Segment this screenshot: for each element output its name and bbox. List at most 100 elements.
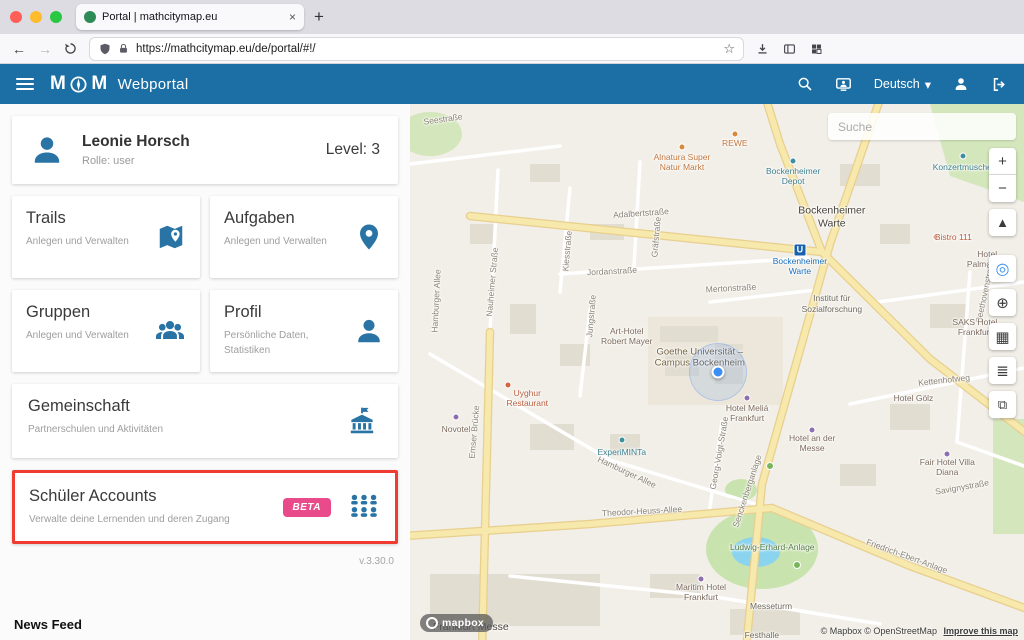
new-tab-button[interactable]: + <box>314 7 324 27</box>
map-search-input[interactable] <box>828 113 1016 140</box>
browser-toolbar: ← → https://mathcitymap.eu/de/portal/#!/… <box>0 34 1024 64</box>
extensions-icon[interactable] <box>810 42 823 55</box>
transit-marker: U <box>793 243 806 256</box>
search-icon <box>797 76 813 92</box>
lock-icon[interactable] <box>117 42 130 55</box>
share-link-button[interactable]: ⧉ <box>989 391 1016 418</box>
attraction-marker <box>618 436 625 443</box>
map-label: Gräfstraße <box>649 216 663 257</box>
portal-title: Webportal <box>118 76 189 93</box>
gemeinschaft-title: Gemeinschaft <box>28 397 382 416</box>
toolbar-right <box>756 42 823 55</box>
map-canvas[interactable]: SeestraßeREWEAlnatura Super Natur MarktB… <box>410 104 1024 640</box>
reload-button[interactable] <box>64 42 77 55</box>
zoom-in-button[interactable]: + <box>989 148 1016 175</box>
window-zoom-button[interactable] <box>50 11 62 23</box>
mapbox-label: mapbox <box>442 617 484 629</box>
map-label: Theodor-Heuss-Allee <box>602 504 683 518</box>
map-label: Mertonstraße <box>706 282 757 295</box>
profile-person-icon <box>354 316 384 346</box>
user-name: Leonie Horsch <box>82 133 190 151</box>
logout-icon <box>991 76 1008 93</box>
news-feed-heading: News Feed <box>14 617 82 632</box>
search-button[interactable] <box>797 76 813 92</box>
logout-button[interactable] <box>991 76 1008 93</box>
schueler-title: Schüler Accounts <box>29 487 283 506</box>
zoom-out-button[interactable]: − <box>989 175 1016 202</box>
map-label: Friedrich-Ebert-Anlage <box>865 537 949 576</box>
beta-badge: BETA <box>283 498 331 517</box>
hotel-marker <box>698 576 705 583</box>
profil-card[interactable]: Profil Persönliche Daten, Statistiken <box>210 290 398 372</box>
map-label: Jungstraße <box>584 295 598 338</box>
window-controls <box>10 11 62 23</box>
aufgaben-card[interactable]: Aufgaben Anlegen und Verwalten <box>210 196 398 278</box>
food-marker <box>505 381 512 388</box>
map-label: Hotel an der Messe <box>781 433 843 453</box>
portal-panel[interactable]: Leonie Horsch Rolle: user Level: 3 Trail… <box>0 104 410 640</box>
buildings-style-button[interactable]: ▦ <box>989 323 1016 350</box>
location-accuracy-circle <box>689 343 747 401</box>
bookmark-star-icon[interactable]: ☆ <box>723 41 735 57</box>
map-label: Kiesstraße <box>560 230 574 271</box>
gemeinschaft-card[interactable]: Gemeinschaft Partnerschulen und Aktivitä… <box>12 384 398 458</box>
map-label: Ludwig-Erhard-Anlage <box>730 542 815 552</box>
tree-marker <box>793 561 801 569</box>
sidebar-icon[interactable] <box>783 42 796 55</box>
map-label: Festhalle <box>745 630 780 640</box>
map-label: Kettenhofweg <box>918 372 971 387</box>
map-label: Bistro 111 <box>935 232 972 242</box>
map-label: Uyghur Restaurant <box>497 388 557 408</box>
app-header: M M Webportal Deutsch ▾ <box>0 64 1024 104</box>
mapbox-logo[interactable]: mapbox <box>420 614 493 632</box>
classroom-rows-icon <box>347 492 381 522</box>
browser-tabstrip: Portal | mathcitymap.eu × + <box>0 0 1024 34</box>
map-label: Novotel <box>442 424 471 434</box>
map-label: Savignystraße <box>934 478 989 497</box>
map-label: Messeturm <box>750 601 792 611</box>
map-label: Maritim Hotel Frankfurt <box>674 582 729 602</box>
app-logo[interactable]: M M Webportal <box>50 73 188 95</box>
logo-letter: M <box>91 73 107 95</box>
address-bar[interactable]: https://mathcitymap.eu/de/portal/#!/ ☆ <box>89 37 744 61</box>
globe-style-button[interactable]: ⊕ <box>989 289 1016 316</box>
trails-card[interactable]: Trails Anlegen und Verwalten <box>12 196 200 278</box>
browser-tab[interactable]: Portal | mathcitymap.eu × <box>76 4 304 30</box>
map-label: Bockenheimer Warte <box>765 256 835 276</box>
schueler-subtitle: Verwalte deine Lernenden und deren Zugan… <box>29 513 259 528</box>
user-card[interactable]: Leonie Horsch Rolle: user Level: 3 <box>12 116 398 184</box>
map-label: Bockenheimer Depot <box>757 166 829 186</box>
compass-reset-button[interactable]: ▲ <box>989 209 1016 236</box>
downloads-icon[interactable] <box>756 42 769 55</box>
account-button[interactable] <box>953 76 969 92</box>
window-close-button[interactable] <box>10 11 22 23</box>
layers-button[interactable]: ≣ <box>989 357 1016 384</box>
window-minimize-button[interactable] <box>30 11 42 23</box>
user-avatar-icon <box>30 133 64 167</box>
url-text[interactable]: https://mathcitymap.eu/de/portal/#!/ <box>136 43 717 55</box>
hotel-marker <box>944 451 951 458</box>
tab-title: Portal | mathcitymap.eu <box>102 11 283 23</box>
gruppen-card[interactable]: Gruppen Anlegen und Verwalten <box>12 290 200 372</box>
forward-button[interactable]: → <box>38 42 52 56</box>
aufgaben-subtitle: Anlegen und Verwalten <box>224 235 334 250</box>
map-label: Nauheimer Straße <box>484 247 500 317</box>
map-label: Institut für Sozialforschung <box>797 293 867 313</box>
schueler-accounts-card[interactable]: Schüler Accounts Verwalte deine Lernende… <box>12 470 398 544</box>
locate-me-button[interactable]: ◎ <box>989 255 1016 282</box>
back-button[interactable]: ← <box>12 42 26 56</box>
classroom-button[interactable] <box>835 76 852 93</box>
improve-map-link[interactable]: Improve this map <box>943 626 1018 636</box>
map-label: Georg-Voigt-Straße <box>708 416 731 490</box>
hotel-marker <box>744 395 751 402</box>
profil-subtitle: Persönliche Daten, Statistiken <box>224 329 334 358</box>
menu-icon[interactable] <box>16 75 34 93</box>
language-selector[interactable]: Deutsch ▾ <box>874 77 931 92</box>
gemeinschaft-subtitle: Partnerschulen und Aktivitäten <box>28 423 228 438</box>
tab-close-icon[interactable]: × <box>289 10 296 24</box>
map-label: Alnatura Super Natur Markt <box>651 152 713 172</box>
tracking-shield-icon[interactable] <box>98 42 111 55</box>
logo-letter: M <box>50 73 66 95</box>
tree-marker <box>766 462 774 470</box>
map-label: Art-Hotel Robert Mayer <box>598 326 656 346</box>
